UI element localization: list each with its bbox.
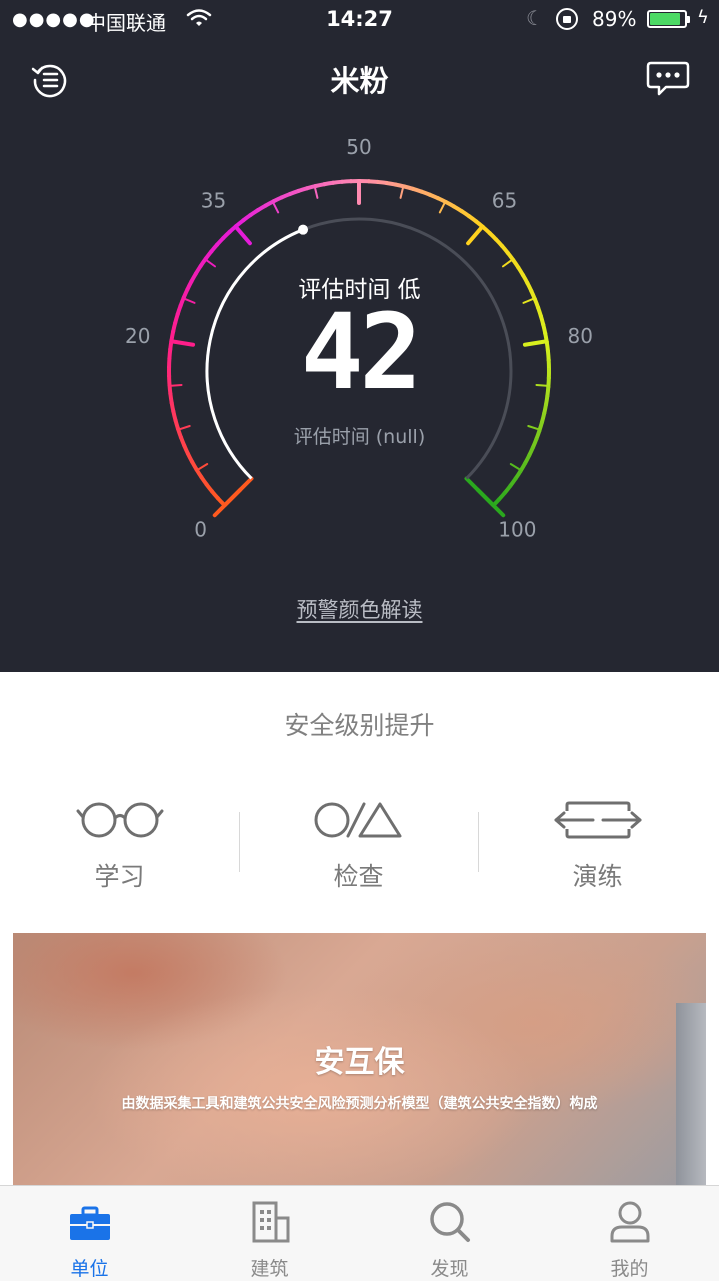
- gauge-tick: [273, 202, 278, 213]
- gauge-tick: [440, 202, 445, 213]
- gauge-end-marker: [466, 478, 503, 515]
- gauge-scale-label: 35: [201, 189, 226, 213]
- section-title: 安全级别提升: [0, 706, 719, 742]
- status-bar: ●●●●● 中国联通 14:27 ☾ 89% ϟ: [0, 0, 719, 40]
- gauge-subcaption: 评估时间 (null): [0, 422, 719, 449]
- gauge-scale-label: 100: [498, 517, 536, 541]
- building-icon: [248, 1200, 292, 1244]
- gauge-start-marker: [215, 478, 252, 515]
- gauge-scale-label: 65: [492, 189, 517, 213]
- battery-percent: 89%: [592, 7, 636, 31]
- tab-bar: 单位 建筑 发现 我的: [0, 1185, 719, 1281]
- gauge-tick: [468, 227, 482, 244]
- tab-discover[interactable]: 发现: [360, 1186, 539, 1281]
- action-drill-label: 演练: [478, 857, 717, 893]
- exchange-icon: [553, 795, 643, 839]
- chat-button[interactable]: [646, 60, 690, 98]
- action-inspect-label: 检查: [239, 857, 478, 893]
- banner-subtitle: 由数据采集工具和建筑公共安全风险预测分析模型（建筑公共安全指数）构成: [13, 1093, 706, 1113]
- gauge-tick: [236, 227, 250, 244]
- briefcase-icon: [68, 1200, 112, 1244]
- moon-icon: ☾: [526, 6, 544, 30]
- gauge-tick: [315, 186, 318, 198]
- page-title: 米粉: [0, 58, 719, 100]
- tab-building-label: 建筑: [180, 1254, 359, 1281]
- action-study[interactable]: 学习: [0, 795, 239, 893]
- gauge-scale-label: 50: [346, 135, 371, 159]
- glasses-icon: [75, 795, 165, 839]
- tab-building[interactable]: 建筑: [180, 1186, 359, 1281]
- gauge-tick: [197, 464, 207, 470]
- battery-icon: [647, 10, 687, 28]
- banner-title: 安互保: [13, 1037, 706, 1081]
- action-study-label: 学习: [0, 857, 239, 893]
- tab-unit-label: 单位: [0, 1254, 179, 1281]
- shapes-icon: [314, 795, 404, 839]
- gauge-tick: [503, 259, 513, 266]
- chat-icon: [646, 60, 690, 98]
- action-inspect[interactable]: 检查: [239, 795, 478, 893]
- color-legend-link[interactable]: 预警颜色解读: [0, 594, 719, 624]
- gauge-scale-label: 0: [194, 517, 207, 541]
- tab-mine-label: 我的: [540, 1254, 719, 1281]
- rotation-lock-icon: [556, 8, 578, 30]
- person-icon: [608, 1200, 652, 1244]
- gauge-indicator: [298, 225, 308, 235]
- gauge-tick: [511, 464, 521, 470]
- tab-discover-label: 发现: [360, 1254, 539, 1281]
- gauge-tick: [205, 259, 215, 266]
- tab-mine[interactable]: 我的: [540, 1186, 719, 1281]
- charging-icon: ϟ: [697, 7, 709, 28]
- search-icon: [428, 1200, 472, 1244]
- gauge-tick: [401, 186, 404, 198]
- action-drill[interactable]: 演练: [478, 795, 717, 893]
- promo-banner[interactable]: 安互保 由数据采集工具和建筑公共安全风险预测分析模型（建筑公共安全指数）构成: [13, 933, 706, 1185]
- tab-unit[interactable]: 单位: [0, 1186, 179, 1281]
- gauge-value: 42: [0, 300, 719, 404]
